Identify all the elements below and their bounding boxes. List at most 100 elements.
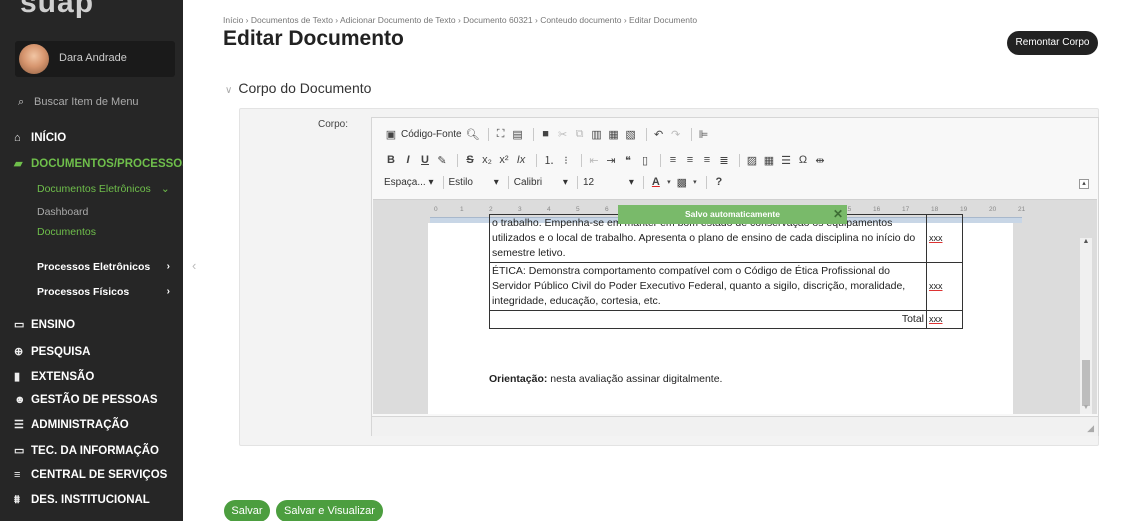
menu-search-input[interactable]: ⌕ Buscar Item de Menu bbox=[18, 96, 139, 109]
italic-icon[interactable]: I bbox=[401, 154, 415, 166]
image-icon[interactable]: ▨ bbox=[745, 154, 759, 167]
outdent-icon[interactable]: ⇤ bbox=[587, 154, 601, 167]
subscript-icon[interactable]: x₂ bbox=[480, 154, 494, 166]
paste-text-icon[interactable]: ▦ bbox=[607, 128, 621, 141]
remove-format-icon[interactable]: Ix bbox=[514, 154, 528, 166]
save-button[interactable]: Salvar bbox=[224, 500, 270, 521]
indent-icon[interactable]: ⇥ bbox=[604, 154, 618, 167]
sidebar-item-gestao-pessoas[interactable]: ☻ GESTÃO DE PESSOAS bbox=[14, 394, 158, 406]
sidebar-item-central-servicos[interactable]: ≡ CENTRAL DE SERVIÇOS bbox=[14, 469, 167, 481]
documents-icon: ▰ bbox=[14, 158, 23, 170]
page-break-icon[interactable]: ⇹ bbox=[813, 154, 827, 167]
scroll-down-icon[interactable]: ▼ bbox=[1080, 404, 1092, 411]
source-icon[interactable]: ▣ bbox=[384, 128, 398, 141]
sidebar-item-pesquisa[interactable]: ⊕ PESQUISA bbox=[14, 345, 90, 358]
resize-handle-icon[interactable]: ◢ bbox=[1087, 423, 1094, 434]
background-color-icon[interactable]: ▩ bbox=[675, 176, 689, 189]
ruler-tick: 4 bbox=[547, 206, 551, 213]
source-button[interactable]: Código-Fonte bbox=[401, 129, 462, 140]
sidebar-item-tec-informacao[interactable]: ▭ TEC. DA INFORMAÇÃO bbox=[14, 444, 159, 457]
table-row[interactable]: Total xxx bbox=[489, 310, 963, 329]
horizontal-line-icon[interactable]: ☰ bbox=[779, 154, 793, 167]
table-cell[interactable]: ÉTICA: Demonstra comportamento compatíve… bbox=[489, 262, 927, 311]
sidebar-item-inicio[interactable]: ⌂ INÍCIO bbox=[14, 132, 66, 144]
app-logo[interactable]: suap bbox=[20, 0, 94, 20]
align-right-icon[interactable]: ≡ bbox=[700, 154, 714, 166]
numbered-list-icon[interactable]: ⒈ bbox=[542, 152, 556, 168]
page-break-icon[interactable]: ⊫ bbox=[697, 128, 711, 141]
sidebar-item-extensao[interactable]: ▮ EXTENSÃO bbox=[14, 370, 94, 383]
justify-icon[interactable]: ≣ bbox=[717, 154, 731, 167]
div-icon[interactable]: ▯ bbox=[638, 154, 652, 167]
close-icon[interactable]: ✕ bbox=[833, 205, 843, 224]
special-char-icon[interactable]: Ω bbox=[796, 154, 810, 166]
user-profile[interactable]: Dara Andrade bbox=[15, 41, 175, 77]
format-painter-icon[interactable]: ✎ bbox=[435, 154, 449, 167]
scroll-up-icon[interactable]: ▲ bbox=[1080, 238, 1092, 245]
dropdown-arrow-icon[interactable]: ▾ bbox=[692, 178, 698, 186]
orientation-paragraph[interactable]: Orientação: nesta avaliação assinar digi… bbox=[489, 373, 722, 385]
ruler-tick: 20 bbox=[989, 206, 997, 213]
section-toggle[interactable]: ∨ Corpo do Documento bbox=[225, 80, 371, 96]
sidebar-subitem-dashboard[interactable]: Dashboard bbox=[37, 206, 88, 218]
save-icon[interactable]: ■ bbox=[539, 128, 553, 140]
editor-scrollbar[interactable]: ▲ ▼ bbox=[1080, 238, 1092, 414]
help-button[interactable]: ? bbox=[712, 176, 726, 188]
text-color-icon[interactable]: A bbox=[649, 176, 663, 188]
font-size-combo[interactable]: 12 ▾ bbox=[583, 177, 634, 188]
redo-icon[interactable]: ↷ bbox=[669, 128, 683, 141]
bullet-list-icon[interactable]: ⁝ bbox=[559, 154, 573, 167]
sidebar-item-administracao[interactable]: ☰ ADMINISTRAÇÃO bbox=[14, 418, 129, 431]
toolbar-row-3: Espaça... ▾ Estilo ▾ Calibri ▾ 12 ▾ A ▾ ▩… bbox=[384, 173, 729, 191]
font-combo[interactable]: Calibri ▾ bbox=[514, 177, 568, 188]
strikethrough-icon[interactable]: S bbox=[463, 154, 477, 166]
cut-icon[interactable]: ✂ bbox=[556, 128, 570, 141]
breadcrumb[interactable]: Início › Documentos de Texto › Adicionar… bbox=[223, 15, 697, 25]
avatar[interactable] bbox=[19, 44, 49, 74]
table-cell-value[interactable]: xxx bbox=[926, 262, 963, 311]
sidebar-subitem-documentos[interactable]: Documentos bbox=[37, 226, 96, 238]
toolbar-separator bbox=[642, 175, 644, 189]
format-combo[interactable]: Estilo ▾ bbox=[449, 177, 499, 188]
remount-body-button[interactable]: Remontar Corpo bbox=[1007, 31, 1098, 55]
sidebar-collapse-icon[interactable]: ‹ bbox=[192, 258, 196, 273]
show-blocks-icon[interactable]: ▤ bbox=[511, 128, 525, 141]
undo-icon[interactable]: ↶ bbox=[652, 128, 666, 141]
sidebar-subitem-processos-fisicos[interactable]: Processos Físicos › bbox=[37, 286, 170, 298]
table-cell-value[interactable]: xxx bbox=[926, 214, 963, 263]
blockquote-icon[interactable]: ❝ bbox=[621, 154, 635, 167]
collapse-toolbar-icon[interactable]: ▴ bbox=[1079, 179, 1089, 189]
document-page[interactable]: o trabalho. Empenha-se em manter em bom … bbox=[428, 214, 1013, 414]
paste-word-icon[interactable]: ▧ bbox=[624, 128, 638, 141]
sidebar-item-ensino[interactable]: ▭ ENSINO bbox=[14, 318, 75, 331]
align-left-icon[interactable]: ≡ bbox=[666, 154, 680, 166]
copy-icon[interactable]: ⧉ bbox=[573, 128, 587, 141]
evaluation-table[interactable]: o trabalho. Empenha-se em manter em bom … bbox=[489, 214, 963, 329]
paste-icon[interactable]: ▥ bbox=[590, 128, 604, 141]
ruler-tick: 1 bbox=[460, 206, 464, 213]
bold-icon[interactable]: B bbox=[384, 154, 398, 166]
preview-icon[interactable]: 🔍︎ bbox=[466, 128, 480, 141]
align-center-icon[interactable]: ≡ bbox=[683, 154, 697, 166]
table-row[interactable]: ÉTICA: Demonstra comportamento compatíve… bbox=[489, 262, 963, 311]
total-value[interactable]: xxx bbox=[926, 310, 963, 329]
underline-icon[interactable]: U bbox=[418, 154, 432, 166]
dropdown-arrow-icon[interactable]: ▾ bbox=[666, 178, 672, 186]
chevron-down-icon: ∨ bbox=[225, 85, 233, 96]
sidebar-item-documentos-processos[interactable]: ▰ DOCUMENTOS/PROCESSOS bbox=[14, 157, 183, 170]
maximize-icon[interactable]: ⛶ bbox=[494, 128, 508, 141]
scrollbar-thumb[interactable] bbox=[1082, 360, 1090, 406]
dropdown-arrow-icon: ▾ bbox=[493, 176, 499, 188]
editor-status-bar: ◢ bbox=[372, 416, 1098, 436]
total-label[interactable]: Total bbox=[489, 310, 927, 329]
superscript-icon[interactable]: x² bbox=[497, 154, 511, 166]
save-and-view-button[interactable]: Salvar e Visualizar bbox=[276, 500, 383, 521]
ruler-tick: 19 bbox=[960, 206, 968, 213]
sidebar-subitem-documentos-eletronicos[interactable]: Documentos Eletrônicos ⌄ bbox=[37, 183, 170, 195]
field-label: Corpo: bbox=[318, 119, 349, 130]
sidebar-subitem-processos-eletronicos[interactable]: Processos Eletrônicos › bbox=[37, 261, 170, 273]
table-icon[interactable]: ▦ bbox=[762, 154, 776, 167]
sidebar-item-des-institucional[interactable]: ⩩ DES. INSTITUCIONAL bbox=[14, 494, 150, 507]
style-combo[interactable]: Espaça... ▾ bbox=[384, 177, 434, 188]
editor-content-area[interactable]: 0 1 2 3 4 5 6 15 16 17 18 19 20 21 o tra… bbox=[373, 199, 1097, 414]
